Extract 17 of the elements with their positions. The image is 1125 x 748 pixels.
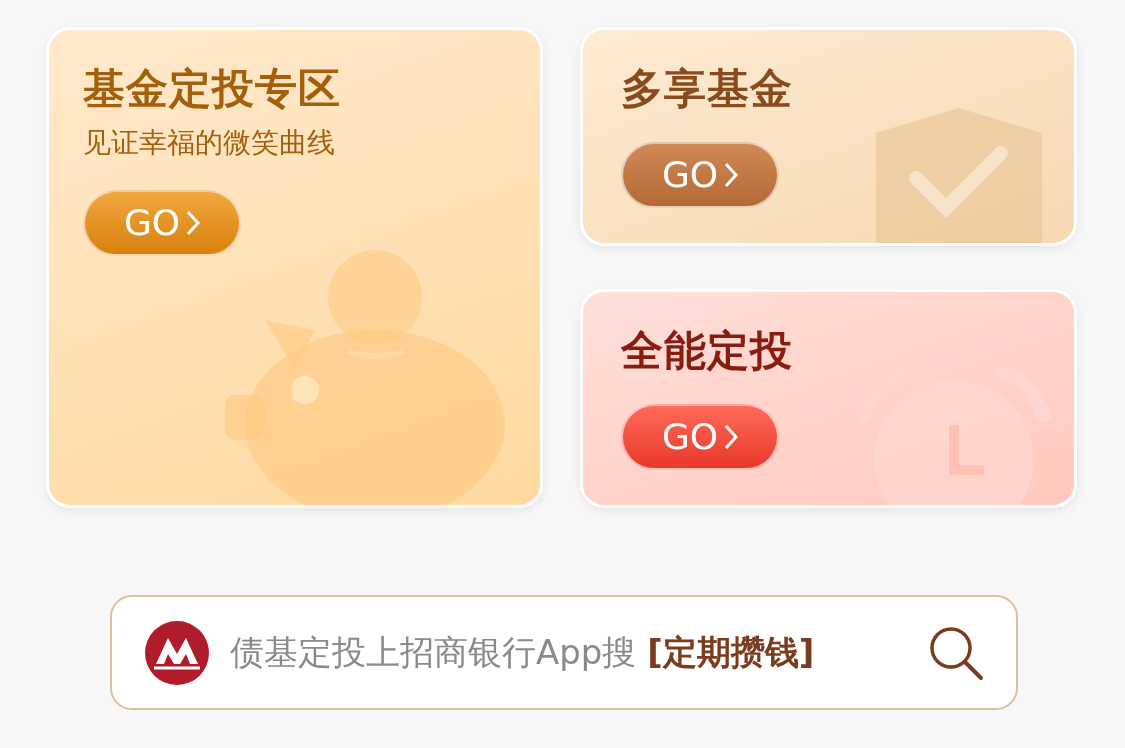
search-bar[interactable]: 债基定投上招商银行App搜 [定期攒钱]	[110, 595, 1018, 710]
card-title: 多享基金	[621, 66, 794, 113]
chevron-right-icon	[724, 424, 739, 451]
bank-logo-icon	[144, 619, 210, 686]
go-button[interactable]: GO	[83, 190, 241, 257]
card-subtitle: 见证幸福的微笑曲线	[83, 125, 336, 162]
search-hint: 债基定投上招商银行App搜 [定期攒钱]	[230, 631, 816, 674]
chevron-right-icon	[724, 162, 739, 189]
card-title: 全能定投	[621, 328, 794, 375]
promo-card[interactable]: 全能定投 GO	[580, 289, 1077, 508]
card-title: 基金定投专区	[83, 66, 342, 113]
search-icon[interactable]	[928, 624, 984, 681]
promo-card[interactable]: 多享基金 GO	[580, 27, 1077, 246]
promo-card[interactable]: 基金定投专区 见证幸福的微笑曲线 GO	[46, 27, 543, 508]
go-button[interactable]: GO	[621, 142, 779, 209]
chevron-right-icon	[186, 210, 201, 237]
go-button[interactable]: GO	[621, 404, 779, 471]
